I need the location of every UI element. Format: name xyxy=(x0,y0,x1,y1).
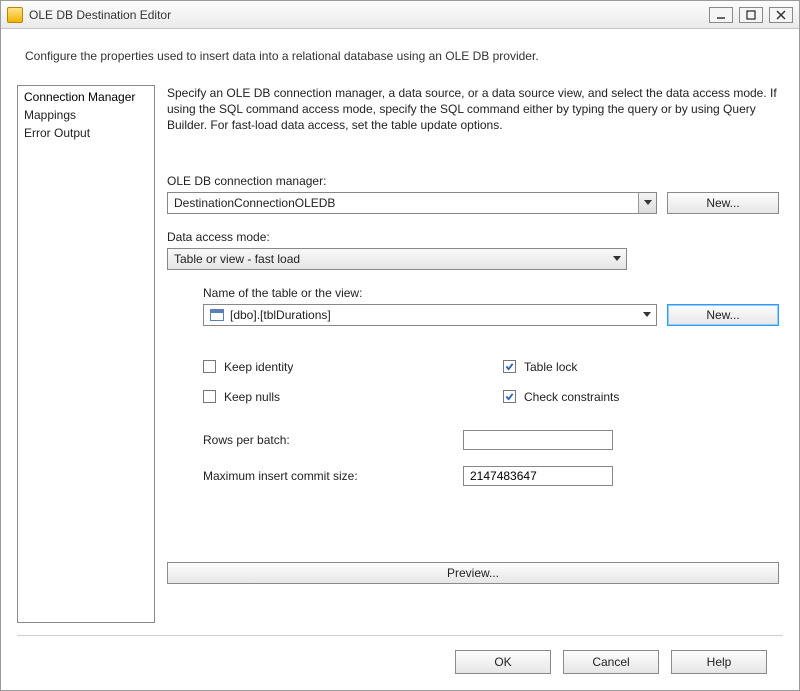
dropdown-button[interactable] xyxy=(608,249,626,269)
access-mode-label: Data access mode: xyxy=(167,230,779,244)
nav-item-mappings[interactable]: Mappings xyxy=(22,106,150,124)
connection-manager-panel: Specify an OLE DB connection manager, a … xyxy=(167,85,783,623)
nav-list[interactable]: Connection Manager Mappings Error Output xyxy=(17,85,155,623)
chevron-down-icon xyxy=(613,256,621,261)
titlebar: OLE DB Destination Editor xyxy=(1,1,799,29)
chevron-down-icon xyxy=(643,312,651,317)
access-mode-dropdown[interactable]: Table or view - fast load xyxy=(167,248,627,270)
max-commit-input[interactable] xyxy=(463,466,613,486)
access-mode-value: Table or view - fast load xyxy=(174,252,608,266)
fast-load-options: Name of the table or the view: [dbo].[tb… xyxy=(203,286,779,502)
dropdown-button[interactable] xyxy=(638,193,656,213)
dialog-footer: OK Cancel Help xyxy=(17,636,783,690)
field-access-mode: Data access mode: Table or view - fast l… xyxy=(167,230,779,270)
preview-button[interactable]: Preview... xyxy=(167,562,779,584)
new-table-button[interactable]: New... xyxy=(667,304,779,326)
checkbox-box xyxy=(203,390,216,403)
nav-item-error-output[interactable]: Error Output xyxy=(22,124,150,142)
maximize-icon xyxy=(746,10,756,20)
nav-item-connection-manager[interactable]: Connection Manager xyxy=(22,88,150,106)
main-area: Connection Manager Mappings Error Output… xyxy=(17,85,783,636)
dialog-window: OLE DB Destination Editor Configure the … xyxy=(0,0,800,691)
ok-button[interactable]: OK xyxy=(455,650,551,674)
new-connection-button[interactable]: New... xyxy=(667,192,779,214)
field-max-commit-size: Maximum insert commit size: xyxy=(203,466,779,486)
checkbox-label: Check constraints xyxy=(524,390,619,404)
field-table-name: Name of the table or the view: [dbo].[tb… xyxy=(203,286,779,326)
panel-intro: Specify an OLE DB connection manager, a … xyxy=(167,85,779,134)
table-icon xyxy=(210,309,224,321)
checkbox-keep-identity[interactable]: Keep identity xyxy=(203,360,479,374)
checkbox-box xyxy=(203,360,216,373)
checkbox-label: Table lock xyxy=(524,360,577,374)
close-icon xyxy=(776,10,786,20)
check-icon xyxy=(505,362,514,371)
close-button[interactable] xyxy=(769,7,793,23)
max-commit-label: Maximum insert commit size: xyxy=(203,469,463,483)
window-buttons xyxy=(709,7,793,23)
checkbox-table-lock[interactable]: Table lock xyxy=(503,360,779,374)
field-rows-per-batch: Rows per batch: xyxy=(203,430,779,450)
rows-per-batch-input[interactable] xyxy=(463,430,613,450)
checkbox-grid: Keep identity Table lock Keep nulls xyxy=(203,360,779,404)
table-name-dropdown[interactable]: [dbo].[tblDurations] xyxy=(203,304,657,326)
minimize-icon xyxy=(716,10,726,20)
checkbox-label: Keep nulls xyxy=(224,390,280,404)
connection-manager-value: DestinationConnectionOLEDB xyxy=(174,196,638,210)
checkbox-keep-nulls[interactable]: Keep nulls xyxy=(203,390,479,404)
connection-manager-dropdown[interactable]: DestinationConnectionOLEDB xyxy=(167,192,657,214)
preview-row: Preview... xyxy=(167,562,779,584)
chevron-down-icon xyxy=(644,200,652,205)
window-title: OLE DB Destination Editor xyxy=(29,8,709,22)
checkbox-box xyxy=(503,360,516,373)
checkbox-label: Keep identity xyxy=(224,360,293,374)
minimize-button[interactable] xyxy=(709,7,733,23)
maximize-button[interactable] xyxy=(739,7,763,23)
help-button[interactable]: Help xyxy=(671,650,767,674)
dropdown-button[interactable] xyxy=(638,305,656,325)
dialog-body: Configure the properties used to insert … xyxy=(1,29,799,690)
checkbox-check-constraints[interactable]: Check constraints xyxy=(503,390,779,404)
rows-per-batch-label: Rows per batch: xyxy=(203,433,463,447)
cancel-button[interactable]: Cancel xyxy=(563,650,659,674)
connection-manager-label: OLE DB connection manager: xyxy=(167,174,779,188)
field-connection-manager: OLE DB connection manager: DestinationCo… xyxy=(167,174,779,214)
check-icon xyxy=(505,392,514,401)
dialog-description: Configure the properties used to insert … xyxy=(17,41,783,85)
table-name-value: [dbo].[tblDurations] xyxy=(230,308,638,322)
table-name-label: Name of the table or the view: xyxy=(203,286,779,300)
checkbox-box xyxy=(503,390,516,403)
app-icon xyxy=(7,7,23,23)
